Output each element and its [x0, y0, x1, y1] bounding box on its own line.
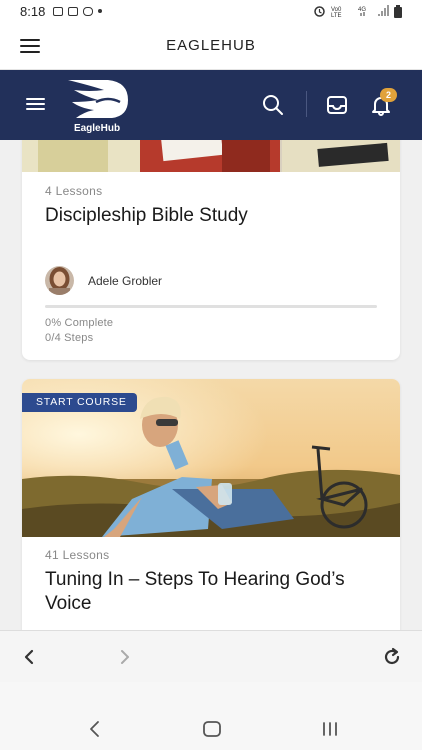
signal-icon	[378, 5, 389, 16]
author-name: Adele Grobler	[88, 274, 163, 288]
course-title[interactable]: Discipleship Bible Study	[45, 204, 375, 228]
notification-icons	[53, 6, 103, 16]
network-4g-icon: 4G	[358, 7, 366, 16]
logo-text: EagleHub	[73, 123, 121, 134]
notification-badge: 2	[380, 88, 397, 102]
steps-label: 0/4 Steps	[45, 332, 94, 344]
course-cover-image	[22, 140, 400, 172]
course-card[interactable]: START COURSE 41 Lessons Tuning In – Step…	[22, 379, 400, 630]
search-icon[interactable]	[262, 94, 284, 116]
instagram-icon	[83, 6, 94, 16]
course-list[interactable]: 4 Lessons Discipleship Bible Study Adele…	[0, 140, 422, 630]
author-avatar	[45, 266, 74, 295]
course-card[interactable]: 4 Lessons Discipleship Bible Study Adele…	[22, 140, 400, 360]
eagle-logo-icon	[68, 80, 128, 118]
gmail-icon	[68, 6, 79, 16]
browser-title: EAGLEHUB	[166, 37, 256, 54]
battery-icon	[394, 4, 402, 18]
system-back-icon[interactable]	[86, 720, 106, 738]
browser-menu-icon[interactable]	[20, 39, 40, 53]
start-course-button[interactable]: START COURSE	[22, 393, 137, 412]
alarm-icon	[314, 6, 325, 17]
svg-text:4G: 4G	[358, 7, 366, 13]
gallery-icon	[53, 6, 64, 16]
system-icons: Vo0 LTE 4G	[313, 4, 402, 18]
author-photo	[45, 266, 74, 295]
progress-bar	[45, 305, 377, 308]
header-divider	[306, 91, 307, 117]
site-menu-icon[interactable]	[26, 98, 45, 110]
svg-text:LTE: LTE	[331, 13, 342, 17]
volte-signal-icon: Vo0LTE	[331, 7, 342, 17]
lesson-count: 4 Lessons	[45, 184, 103, 198]
inbox-icon[interactable]	[326, 94, 348, 116]
site-header: EagleHub 2	[0, 70, 422, 140]
back-icon[interactable]	[20, 647, 40, 667]
browser-title-bar: EAGLEHUB	[0, 22, 422, 70]
system-nav-bar	[0, 682, 422, 750]
system-recents-icon[interactable]	[320, 720, 340, 738]
course-title[interactable]: Tuning In – Steps To Hearing God’s Voice	[45, 568, 375, 616]
browser-nav-bar	[0, 630, 422, 682]
lesson-count: 41 Lessons	[45, 548, 110, 562]
more-dot-icon	[98, 9, 103, 13]
forward-icon[interactable]	[114, 647, 134, 667]
status-time: 8:18	[20, 3, 46, 19]
system-home-icon[interactable]	[202, 720, 222, 738]
reload-icon[interactable]	[382, 647, 402, 667]
eaglehub-logo[interactable]: EagleHub	[64, 78, 130, 134]
status-bar: 8:18 Vo0 LTE 4G	[0, 0, 422, 22]
progress-label: 0% Complete	[45, 317, 114, 329]
